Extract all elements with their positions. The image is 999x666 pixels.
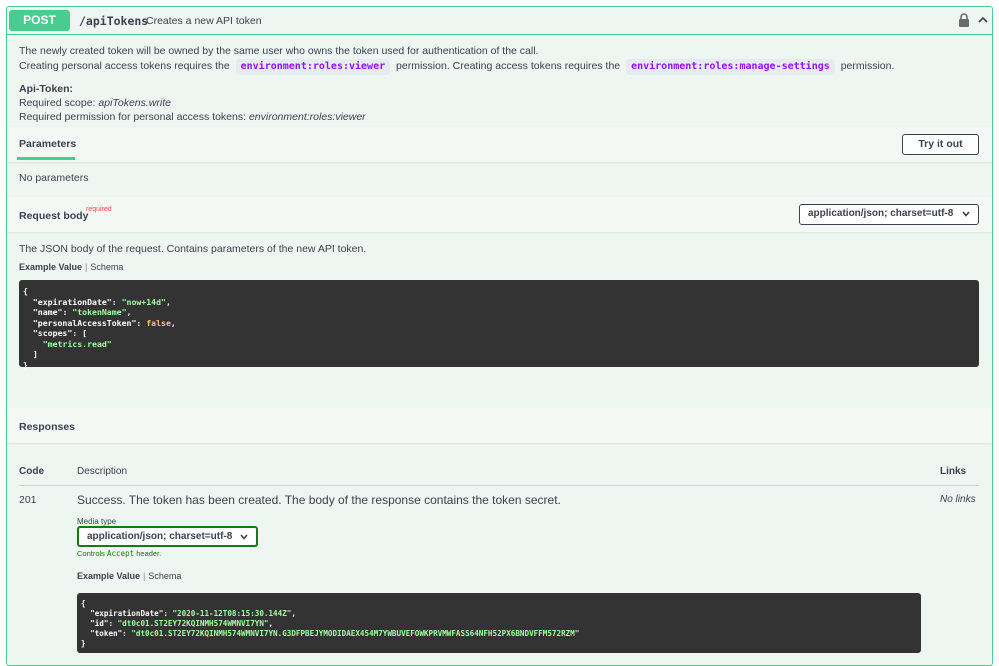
permission-prefix: Required permission for personal access … <box>19 111 249 123</box>
example-expiration-date: "now+14d" <box>121 296 166 307</box>
request-body-header: Request body required application/json; … <box>7 197 992 232</box>
column-links: Links <box>940 466 967 477</box>
chevron-down-icon <box>962 211 970 217</box>
permission-code-manage-settings: environment:roles:manage-settings <box>626 59 835 75</box>
example-token: "dt0c01.ST2EY72KQINMH574WMNVI7YN.G3DFPBE… <box>131 629 580 638</box>
permission-value: environment:roles:viewer <box>248 111 366 123</box>
responses-header: Responses <box>7 408 992 443</box>
operation-description: The newly created token will be owned by… <box>19 45 979 125</box>
response-example-code: { "expirationDate": "2020-11-12T08:15:30… <box>77 593 921 653</box>
chevron-up-icon[interactable] <box>977 14 989 26</box>
description-text: Creating personal access tokens requires… <box>19 60 230 72</box>
description-line-2: Creating personal access tokens requires… <box>19 59 979 75</box>
scope-prefix: Required scope: <box>19 97 99 109</box>
tab-schema[interactable]: Schema <box>148 571 181 581</box>
column-description: Description <box>77 466 128 477</box>
method-badge: POST <box>9 10 70 31</box>
tab-example-value[interactable]: Example Value <box>77 571 140 581</box>
request-example-tabs: Example Value | Schema <box>19 262 124 272</box>
media-type-label: Media type <box>77 517 117 526</box>
response-example-tabs: Example Value | Schema <box>77 571 182 581</box>
request-body-title: Request body <box>19 210 89 222</box>
example-scope-item: "metrics.read" <box>42 338 112 349</box>
description-text: permission. <box>840 60 895 72</box>
request-content-type-select[interactable]: application/json; charset=utf-8 <box>799 204 979 225</box>
operation-path: /apiTokens <box>79 14 149 28</box>
required-permission: Required permission for personal access … <box>19 111 979 123</box>
required-scope: Required scope: apiTokens.write <box>19 97 979 109</box>
tab-schema[interactable]: Schema <box>90 262 123 272</box>
scope-value: apiTokens.write <box>98 97 171 109</box>
request-example-code: { "expirationDate": "now+14d", "name": "… <box>19 280 979 370</box>
response-code: 201 <box>19 494 37 506</box>
chevron-down-icon <box>240 534 248 540</box>
api-token-title: Api-Token: <box>19 83 74 95</box>
operation-summary-description: Creates a new API token <box>146 15 262 27</box>
column-code: Code <box>19 466 44 477</box>
response-media-type-select[interactable]: application/json; charset=utf-8 <box>77 526 258 547</box>
controls-accept-header-note: Controls Accept header. <box>77 549 161 558</box>
tab-example-value[interactable]: Example Value <box>19 262 82 272</box>
controls-prefix: Controls <box>77 549 108 558</box>
request-body-description: The JSON body of the request. Contains p… <box>19 243 367 255</box>
controls-code: Accept <box>107 549 135 558</box>
response-media-type-value: application/json; charset=utf-8 <box>87 531 233 542</box>
permission-code-viewer: environment:roles:viewer <box>235 59 391 75</box>
parameters-header: Parameters Try it out <box>7 127 992 162</box>
no-parameters-text: No parameters <box>19 172 89 184</box>
tab-parameters-underline <box>17 157 75 160</box>
controls-suffix: header. <box>134 549 162 558</box>
operation-block: POST /apiTokens Creates a new API token … <box>6 6 993 666</box>
lock-icon[interactable] <box>958 13 970 27</box>
example-id: "dt0c01.ST2EY72KQINMH574WMNVI7YN" <box>117 619 269 628</box>
example-personal-access-token: false <box>146 317 171 328</box>
example-name: "tokenName" <box>72 307 127 317</box>
description-text: permission. Creating access tokens requi… <box>396 60 621 72</box>
responses-divider <box>19 485 979 486</box>
operation-summary[interactable]: POST /apiTokens Creates a new API token <box>7 7 992 35</box>
try-it-out-button[interactable]: Try it out <box>902 134 979 155</box>
request-content-type-value: application/json; charset=utf-8 <box>808 208 954 219</box>
example-expiration-date: "2020-11-12T08:15:30.144Z" <box>172 609 292 618</box>
response-links: No links <box>940 494 976 505</box>
description-line-1: The newly created token will be owned by… <box>19 45 539 57</box>
response-description: Success. The token has been created. The… <box>77 493 561 507</box>
responses-title: Responses <box>19 421 76 433</box>
required-label: required <box>86 206 112 213</box>
tab-parameters[interactable]: Parameters <box>19 138 76 150</box>
